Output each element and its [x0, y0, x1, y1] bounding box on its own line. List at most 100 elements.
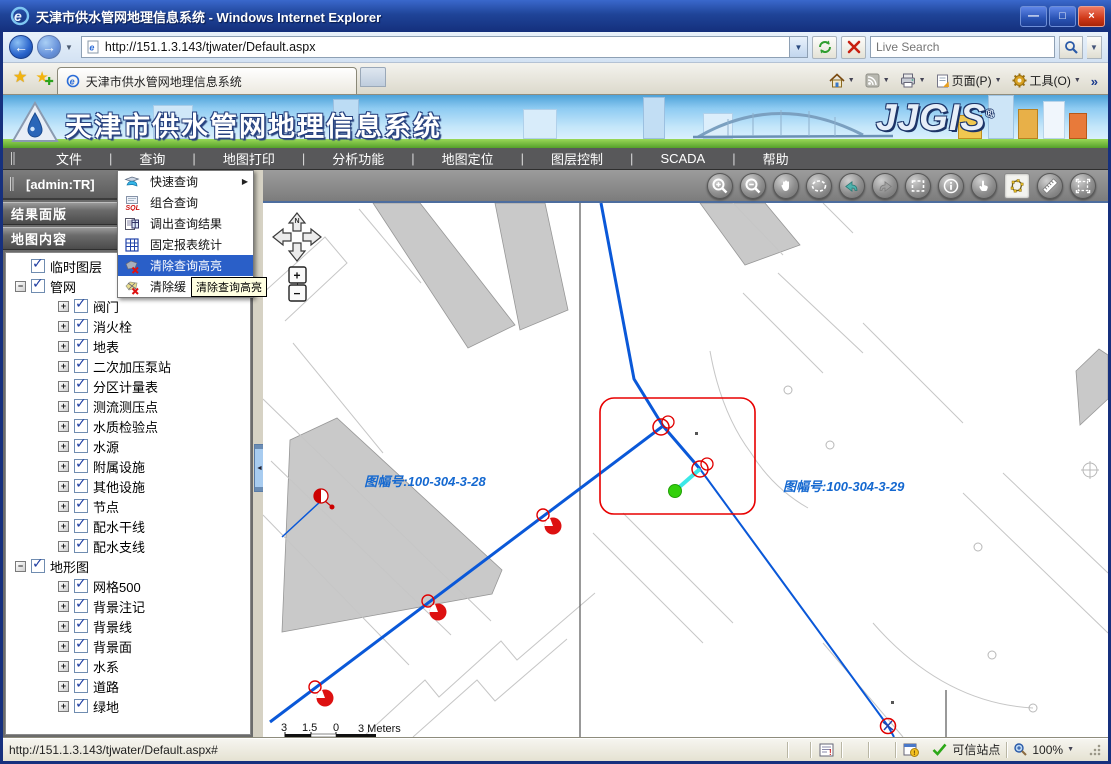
close-button[interactable]: ×	[1078, 6, 1105, 27]
layer-checkbox[interactable]: ✓	[74, 699, 88, 713]
minimize-button[interactable]: —	[1020, 6, 1047, 27]
layer-checkbox[interactable]: ✓	[74, 419, 88, 433]
layer-checkbox[interactable]: ✓	[31, 279, 45, 293]
tree-node-地形图[interactable]: −✓地形图	[6, 556, 250, 576]
page-menu-button[interactable]: 页面(P)▼	[936, 72, 1002, 89]
expand-node-icon[interactable]: +	[58, 481, 69, 492]
tool-pan-button[interactable]	[773, 173, 799, 199]
tree-node-背景注记[interactable]: +✓背景注记	[6, 596, 250, 616]
tree-node-节点[interactable]: +✓节点	[6, 496, 250, 516]
feeds-button[interactable]: ▼	[865, 73, 890, 88]
expand-node-icon[interactable]: +	[58, 661, 69, 672]
menu-item-1[interactable]: 文件	[29, 147, 109, 170]
status-zone-button[interactable]: !	[896, 738, 926, 761]
layer-checkbox[interactable]: ✓	[74, 479, 88, 493]
tree-node-配水干线[interactable]: +✓配水干线	[6, 516, 250, 536]
expand-node-icon[interactable]: +	[58, 641, 69, 652]
history-dropdown-icon[interactable]: ▼	[65, 43, 73, 52]
tree-node-背景面[interactable]: +✓背景面	[6, 636, 250, 656]
favorites-icon[interactable]: ★	[13, 67, 27, 87]
layer-checkbox[interactable]: ✓	[74, 599, 88, 613]
tree-node-背景线[interactable]: +✓背景线	[6, 616, 250, 636]
collapse-node-icon[interactable]: −	[15, 281, 26, 292]
tree-node-地表[interactable]: +✓地表	[6, 336, 250, 356]
tool-select-circle-button[interactable]	[806, 173, 832, 199]
layer-checkbox[interactable]: ✓	[74, 679, 88, 693]
tool-next-extent-button[interactable]	[872, 173, 898, 199]
tree-node-配水支线[interactable]: +✓配水支线	[6, 536, 250, 556]
status-doc-button[interactable]: !	[811, 738, 841, 761]
menu-item-8[interactable]: 帮助	[736, 147, 816, 170]
expand-node-icon[interactable]: +	[58, 321, 69, 332]
resize-grip-icon[interactable]	[1088, 743, 1102, 757]
home-button[interactable]: ▼	[829, 73, 855, 88]
security-zone[interactable]: 可信站点	[926, 738, 1006, 761]
tool-measure-button[interactable]	[1037, 173, 1063, 199]
tree-node-网格500[interactable]: +✓网格500	[6, 576, 250, 596]
address-dropdown-icon[interactable]: ▼	[790, 36, 808, 58]
layer-checkbox[interactable]: ✓	[74, 459, 88, 473]
expand-node-icon[interactable]: +	[58, 541, 69, 552]
expand-node-icon[interactable]: +	[58, 501, 69, 512]
page-zoom-button[interactable]: 100% ▼	[1007, 738, 1080, 761]
tree-node-附属设施[interactable]: +✓附属设施	[6, 456, 250, 476]
expand-node-icon[interactable]: +	[58, 361, 69, 372]
menu-item-2[interactable]: 查询	[112, 147, 192, 170]
tree-node-分区计量表[interactable]: +✓分区计量表	[6, 376, 250, 396]
tab-active[interactable]: e 天津市供水管网地理信息系统	[57, 67, 357, 94]
expand-node-icon[interactable]: +	[58, 461, 69, 472]
refresh-button[interactable]	[812, 36, 837, 59]
expand-node-icon[interactable]: +	[58, 441, 69, 452]
new-tab-stub[interactable]	[360, 67, 386, 87]
layer-checkbox[interactable]: ✓	[31, 559, 45, 573]
tree-node-水系[interactable]: +✓水系	[6, 656, 250, 676]
menu-item-7[interactable]: SCADA	[633, 149, 732, 168]
tool-zoom-out-button[interactable]	[740, 173, 766, 199]
layer-checkbox[interactable]: ✓	[74, 319, 88, 333]
expand-node-icon[interactable]: +	[58, 621, 69, 632]
search-options-icon[interactable]: ▼	[1087, 36, 1102, 59]
expand-node-icon[interactable]: +	[58, 681, 69, 692]
menu-item-5[interactable]: 地图定位	[415, 147, 521, 170]
layer-checkbox[interactable]: ✓	[74, 299, 88, 313]
expand-node-icon[interactable]: +	[58, 421, 69, 432]
live-search-box[interactable]	[870, 36, 1055, 58]
expand-node-icon[interactable]: +	[58, 401, 69, 412]
tree-node-其他设施[interactable]: +✓其他设施	[6, 476, 250, 496]
layer-checkbox[interactable]: ✓	[74, 539, 88, 553]
layer-checkbox[interactable]: ✓	[74, 519, 88, 533]
back-button[interactable]: ←	[9, 35, 33, 59]
tree-node-道路[interactable]: +✓道路	[6, 676, 250, 696]
layer-checkbox[interactable]: ✓	[74, 379, 88, 393]
forward-button[interactable]: →	[37, 35, 61, 59]
menu-item-6[interactable]: 图层控制	[524, 147, 630, 170]
layer-checkbox[interactable]: ✓	[74, 619, 88, 633]
print-button[interactable]: ▼	[900, 73, 926, 88]
tool-identify-button[interactable]	[938, 173, 964, 199]
map-canvas[interactable]: 图幅号:100-304-3-28 图幅号:100-304-3-29 N + − …	[263, 203, 1108, 737]
expand-node-icon[interactable]: +	[58, 581, 69, 592]
search-input[interactable]	[876, 40, 1049, 54]
layer-checkbox[interactable]: ✓	[74, 339, 88, 353]
tools-menu-button[interactable]: 工具(O)▼	[1012, 72, 1081, 89]
maximize-button[interactable]: □	[1049, 6, 1076, 27]
address-field[interactable]: e http://151.1.3.143/tjwater/Default.asp…	[81, 36, 790, 58]
layer-checkbox[interactable]: ✓	[74, 439, 88, 453]
tree-node-水源[interactable]: +✓水源	[6, 436, 250, 456]
toolbar-overflow-icon[interactable]: »	[1091, 74, 1098, 89]
tree-node-二次加压泵站[interactable]: +✓二次加压泵站	[6, 356, 250, 376]
tree-node-消火栓[interactable]: +✓消火栓	[6, 316, 250, 336]
tree-node-绿地[interactable]: +✓绿地	[6, 696, 250, 716]
tool-select-pointer-button[interactable]	[971, 173, 997, 199]
tree-node-水质检验点[interactable]: +✓水质检验点	[6, 416, 250, 436]
layer-checkbox[interactable]: ✓	[74, 499, 88, 513]
add-favorite-icon[interactable]: ★✚	[35, 68, 48, 86]
expand-node-icon[interactable]: +	[58, 301, 69, 312]
tree-node-阀门[interactable]: +✓阀门	[6, 296, 250, 316]
layer-checkbox[interactable]: ✓	[74, 359, 88, 373]
query-menu-item-1[interactable]: 快速查询▶	[118, 171, 253, 192]
tool-zoom-in-button[interactable]	[707, 173, 733, 199]
menu-item-4[interactable]: 分析功能	[305, 147, 411, 170]
tool-full-extent-button[interactable]	[1070, 173, 1096, 199]
query-menu-item-5[interactable]: 清除查询高亮	[118, 255, 253, 276]
